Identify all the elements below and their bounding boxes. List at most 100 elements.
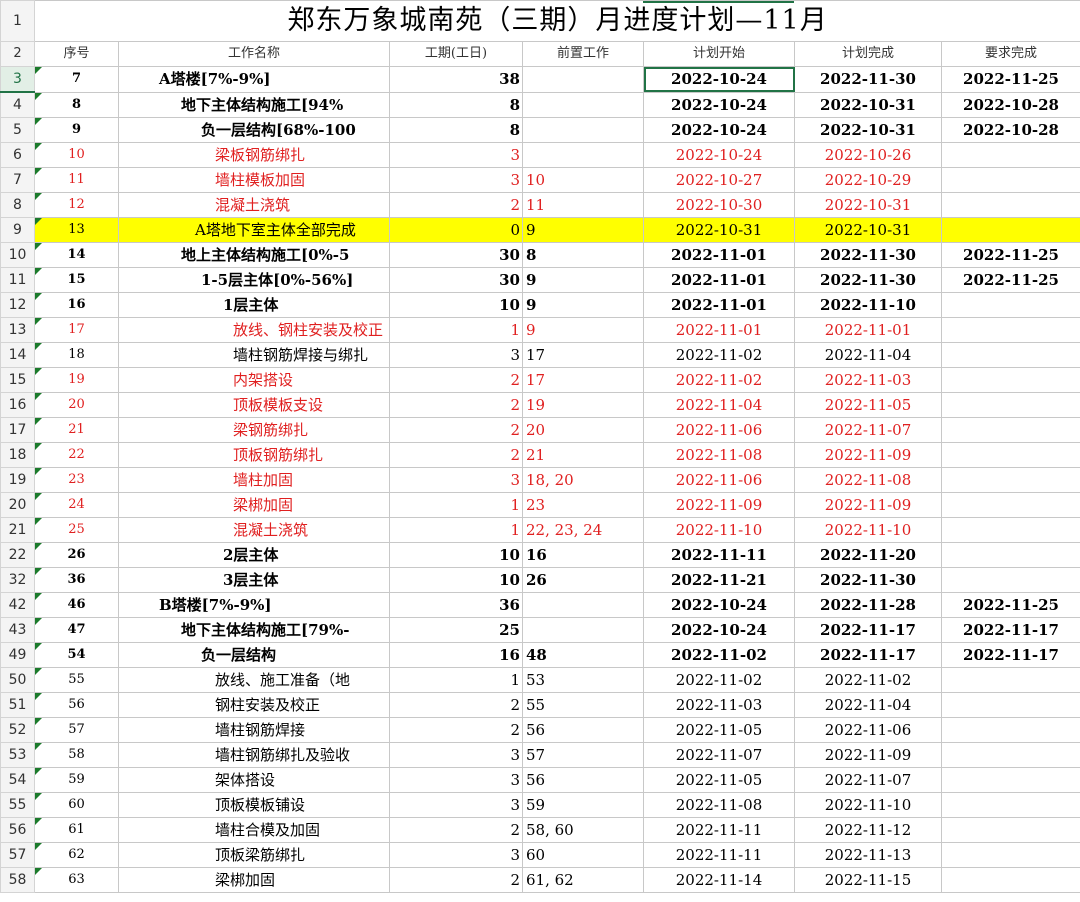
cell-plan-end[interactable]: 2022-11-15 [794, 867, 942, 893]
row-header[interactable]: 42 [0, 592, 35, 618]
cell-task-name[interactable]: A塔地下室主体全部完成 [118, 217, 390, 243]
cell-required-end[interactable]: 2022-11-25 [940, 267, 1080, 293]
cell-required-end[interactable] [940, 767, 1080, 793]
cell-required-end[interactable] [940, 442, 1080, 468]
cell-predecessor[interactable]: 17 [522, 367, 644, 393]
row-header[interactable]: 1 [0, 0, 35, 42]
cell-task-name[interactable]: 梁钢筋绑扎 [118, 417, 390, 443]
cell-seq[interactable]: 61 [34, 817, 119, 843]
cell-plan-start[interactable]: 2022-11-01 [643, 317, 795, 343]
row-header[interactable]: 49 [0, 642, 35, 668]
cell-seq[interactable]: 21 [34, 417, 119, 443]
cell-task-name[interactable]: 混凝土浇筑 [118, 192, 390, 218]
cell-required-end[interactable] [940, 467, 1080, 493]
cell-seq[interactable]: 55 [34, 667, 119, 693]
cell-plan-start[interactable]: 2022-11-05 [643, 717, 795, 743]
row-header[interactable]: 16 [0, 392, 35, 418]
cell-task-name[interactable]: 混凝土浇筑 [118, 517, 390, 543]
cell-duration[interactable]: 36 [389, 592, 523, 618]
cell-task-name[interactable]: 墙柱钢筋焊接与绑扎 [118, 342, 390, 368]
cell-predecessor[interactable]: 21 [522, 442, 644, 468]
cell-duration[interactable]: 2 [389, 192, 523, 218]
cell-plan-end[interactable]: 2022-10-31 [794, 217, 942, 243]
cell-seq[interactable]: 26 [34, 542, 119, 568]
cell-task-name[interactable]: 3层主体 [118, 567, 390, 593]
cell-seq[interactable]: 7 [34, 66, 119, 93]
row-header[interactable]: 20 [0, 492, 35, 518]
cell-seq[interactable]: 17 [34, 317, 119, 343]
cell-seq[interactable]: 14 [34, 242, 119, 268]
cell-task-name[interactable]: 地上主体结构施工[0%-5 [118, 242, 390, 268]
cell-predecessor[interactable]: 58, 60 [522, 817, 644, 843]
cell-predecessor[interactable]: 9 [522, 267, 644, 293]
cell-required-end[interactable] [940, 867, 1080, 893]
row-header[interactable]: 17 [0, 417, 35, 443]
row-header[interactable]: 32 [0, 567, 35, 593]
cell-plan-start[interactable]: 2022-11-06 [643, 417, 795, 443]
cell-plan-start[interactable]: 2022-11-06 [643, 467, 795, 493]
cell-duration[interactable]: 3 [389, 767, 523, 793]
row-header[interactable]: 58 [0, 867, 35, 893]
cell-seq[interactable]: 58 [34, 742, 119, 768]
cell-plan-start[interactable]: 2022-10-24 [643, 91, 795, 118]
cell-predecessor[interactable] [522, 592, 644, 618]
row-header[interactable]: 6 [0, 142, 35, 168]
cell-task-name[interactable]: 墙柱加固 [118, 467, 390, 493]
cell-plan-start[interactable]: 2022-10-24 [643, 617, 795, 643]
row-header[interactable]: 8 [0, 192, 35, 218]
row-header[interactable]: 51 [0, 692, 35, 718]
cell-predecessor[interactable]: 61, 62 [522, 867, 644, 893]
row-header[interactable]: 13 [0, 317, 35, 343]
cell-predecessor[interactable]: 22, 23, 24 [522, 517, 644, 543]
row-header[interactable]: 10 [0, 242, 35, 268]
cell-plan-start[interactable]: 2022-11-14 [643, 867, 795, 893]
cell-task-name[interactable]: 2层主体 [118, 542, 390, 568]
cell-duration[interactable]: 1 [389, 517, 523, 543]
cell-seq[interactable]: 8 [34, 91, 119, 118]
cell-predecessor[interactable]: 23 [522, 492, 644, 518]
cell-plan-end[interactable]: 2022-11-07 [794, 417, 942, 443]
cell-predecessor[interactable]: 9 [522, 292, 644, 318]
cell-predecessor[interactable]: 17 [522, 342, 644, 368]
cell-plan-end[interactable]: 2022-11-10 [794, 292, 942, 318]
cell-predecessor[interactable]: 10 [522, 167, 644, 193]
cell-plan-end[interactable]: 2022-11-30 [794, 267, 942, 293]
cell-predecessor[interactable]: 60 [522, 842, 644, 868]
cell-plan-end[interactable]: 2022-11-01 [794, 317, 942, 343]
cell-required-end[interactable] [940, 142, 1080, 168]
cell-duration[interactable]: 10 [389, 567, 523, 593]
cell-plan-end[interactable]: 2022-11-30 [794, 242, 942, 268]
cell-required-end[interactable] [940, 367, 1080, 393]
cell-required-end[interactable]: 2022-10-28 [940, 91, 1080, 118]
cell-required-end[interactable]: 2022-11-17 [940, 642, 1080, 668]
cell-plan-start[interactable]: 2022-11-04 [643, 392, 795, 418]
cell-predecessor[interactable]: 53 [522, 667, 644, 693]
cell-required-end[interactable] [940, 517, 1080, 543]
row-header[interactable]: 53 [0, 742, 35, 768]
cell-required-end[interactable] [940, 167, 1080, 193]
cell-predecessor[interactable] [522, 66, 644, 93]
header-name[interactable]: 工作名称 [118, 41, 390, 67]
cell-predecessor[interactable]: 9 [522, 217, 644, 243]
cell-plan-end[interactable]: 2022-11-12 [794, 817, 942, 843]
cell-plan-start[interactable]: 2022-11-02 [643, 342, 795, 368]
cell-plan-end[interactable]: 2022-10-26 [794, 142, 942, 168]
cell-plan-end[interactable]: 2022-11-09 [794, 742, 942, 768]
cell-predecessor[interactable]: 48 [522, 642, 644, 668]
cell-plan-end[interactable]: 2022-11-10 [794, 792, 942, 818]
header-plan-end[interactable]: 计划完成 [794, 41, 942, 67]
cell-duration[interactable]: 10 [389, 542, 523, 568]
cell-duration[interactable]: 2 [389, 392, 523, 418]
cell-duration[interactable]: 2 [389, 417, 523, 443]
cell-task-name[interactable]: 顶板模板支设 [118, 392, 390, 418]
cell-plan-end[interactable]: 2022-11-09 [794, 442, 942, 468]
cell-task-name[interactable]: 钢柱安装及校正 [118, 692, 390, 718]
cell-seq[interactable]: 11 [34, 167, 119, 193]
cell-predecessor[interactable]: 18, 20 [522, 467, 644, 493]
row-header[interactable]: 4 [0, 91, 35, 118]
cell-task-name[interactable]: 顶板钢筋绑扎 [118, 442, 390, 468]
cell-seq[interactable]: 63 [34, 867, 119, 893]
cell-task-name[interactable]: 地下主体结构施工[79%- [118, 617, 390, 643]
cell-plan-start[interactable]: 2022-11-02 [643, 367, 795, 393]
cell-task-name[interactable]: 墙柱模板加固 [118, 167, 390, 193]
